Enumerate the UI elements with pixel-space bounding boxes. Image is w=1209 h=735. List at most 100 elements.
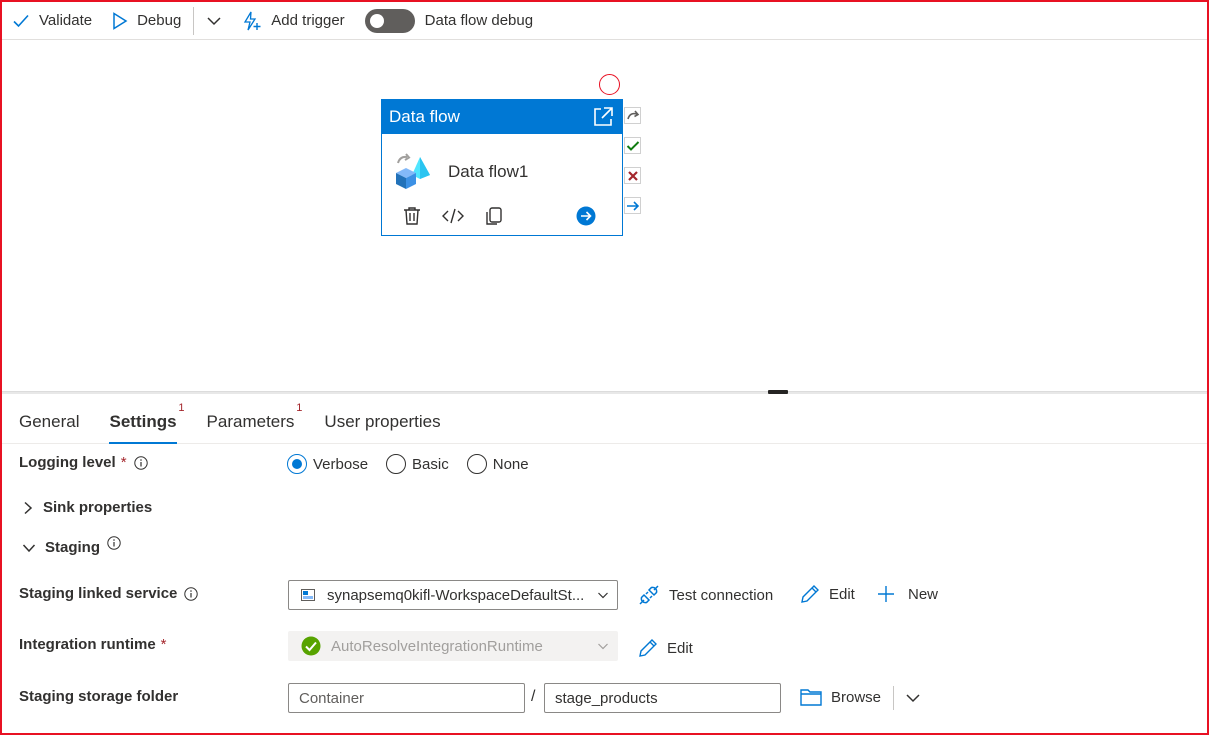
debug-options-dropdown[interactable]	[196, 2, 232, 39]
play-icon	[112, 11, 128, 30]
lightning-add-icon	[242, 11, 262, 31]
tab-settings[interactable]: Settings 1	[109, 402, 185, 444]
radio-label: Basic	[412, 455, 449, 473]
test-connection-button[interactable]: Test connection	[638, 584, 773, 606]
chevron-down-icon	[206, 13, 222, 29]
panel-splitter[interactable]	[2, 391, 1207, 394]
edit-integration-runtime-button[interactable]: Edit	[638, 638, 693, 658]
pencil-icon	[800, 584, 820, 604]
dataflow-debug-label: Data flow debug	[424, 12, 534, 29]
radio-circle	[466, 454, 487, 474]
new-label: New	[908, 585, 939, 603]
error-count-badge: 1	[178, 402, 185, 414]
validate-button[interactable]: Validate	[2, 2, 102, 39]
folder-input[interactable]: stage_products	[544, 683, 781, 713]
activity-type-title: Data flow	[389, 107, 460, 126]
info-icon[interactable]	[184, 586, 199, 601]
activity-body: Data flow1	[382, 134, 622, 198]
tab-parameters[interactable]: Parameters 1	[206, 402, 303, 444]
tab-label: Settings	[109, 412, 177, 431]
staging-expander[interactable]: Staging	[22, 535, 121, 556]
logging-level-row: Logging level *	[19, 454, 148, 471]
radio-circle	[386, 454, 407, 474]
required-marker: *	[120, 454, 127, 471]
container-placeholder: Container	[299, 689, 365, 707]
edit-label: Edit	[667, 639, 693, 657]
tab-label: Parameters	[206, 412, 295, 431]
toggle-knob	[369, 13, 384, 28]
highlight-circle	[599, 74, 620, 95]
integration-runtime-row: Integration runtime *	[19, 636, 167, 653]
radio-verbose[interactable]: Verbose	[287, 454, 368, 474]
browse-options-dropdown[interactable]	[905, 692, 921, 704]
staging-label: Staging	[45, 535, 121, 556]
folder-value: stage_products	[555, 689, 658, 707]
integration-runtime-select: AutoResolveIntegrationRuntime	[288, 631, 618, 661]
skip-handle[interactable]	[624, 107, 641, 124]
info-icon[interactable]	[133, 455, 148, 470]
add-trigger-label: Add trigger	[271, 12, 345, 29]
folder-icon	[800, 688, 822, 706]
edit-label: Edit	[829, 585, 855, 603]
integration-runtime-text: Integration runtime	[19, 636, 156, 653]
edit-linked-service-button[interactable]: Edit	[800, 584, 855, 604]
chevron-right-icon	[22, 501, 34, 515]
pipeline-toolbar: Validate Debug Add trigger Data flow deb…	[2, 2, 1207, 40]
activity-output-handles	[624, 107, 642, 227]
success-handle[interactable]	[624, 137, 641, 154]
browse-button[interactable]: Browse	[800, 688, 881, 706]
radio-circle	[287, 454, 307, 474]
staging-text: Staging	[45, 539, 100, 556]
dataflow-activity[interactable]: Data flow Data flow1	[381, 99, 623, 236]
completion-handle[interactable]	[624, 197, 641, 214]
properties-tabs: General Settings 1 Parameters 1 User pro…	[2, 402, 1207, 444]
radio-label: Verbose	[313, 455, 369, 473]
tab-general[interactable]: General	[19, 402, 79, 444]
browse-label: Browse	[831, 688, 882, 706]
sink-properties-expander[interactable]: Sink properties	[22, 499, 152, 516]
logging-level-radio-group: Verbose Basic None	[287, 452, 547, 476]
radio-label: None	[492, 455, 529, 473]
staging-linked-service-text: Staging linked service	[19, 585, 178, 602]
activity-header: Data flow	[382, 100, 622, 134]
staging-linked-service-value: synapsemq0kifl-WorkspaceDefaultSt...	[327, 586, 585, 604]
radio-none[interactable]: None	[466, 454, 529, 474]
chevron-down-icon	[22, 542, 36, 554]
staging-linked-service-select[interactable]: synapsemq0kifl-WorkspaceDefaultSt...	[288, 580, 618, 610]
activity-name: Data flow1	[448, 162, 529, 181]
failure-handle[interactable]	[624, 167, 641, 184]
tab-user-properties[interactable]: User properties	[324, 402, 440, 444]
toolbar-divider	[193, 6, 195, 35]
logging-level-text: Logging level	[19, 454, 116, 471]
info-icon[interactable]	[107, 535, 121, 550]
sink-properties-label: Sink properties	[43, 499, 153, 516]
debug-label: Debug	[137, 12, 182, 29]
tab-label: User properties	[324, 412, 441, 431]
container-input[interactable]: Container	[288, 683, 525, 713]
success-check-icon	[301, 636, 321, 656]
staging-linked-service-label: Staging linked service	[19, 585, 199, 602]
radio-basic[interactable]: Basic	[386, 454, 449, 474]
test-connection-label: Test connection	[669, 586, 774, 604]
dataflow-debug-toggle[interactable]: Data flow debug	[355, 2, 543, 39]
add-trigger-button[interactable]: Add trigger	[232, 2, 354, 39]
pencil-icon	[638, 638, 658, 658]
open-external-icon[interactable]	[592, 106, 614, 128]
toggle-switch[interactable]	[364, 8, 415, 33]
code-icon[interactable]	[442, 206, 464, 226]
copy-icon[interactable]	[484, 206, 504, 226]
integration-runtime-value: AutoResolveIntegrationRuntime	[331, 637, 543, 655]
staging-storage-folder-row: Staging storage folder	[19, 688, 178, 705]
arrow-right-circle-icon[interactable]	[576, 206, 596, 226]
new-linked-service-button[interactable]: New	[876, 584, 938, 604]
storage-icon	[301, 589, 315, 601]
splitter-grip[interactable]	[768, 390, 788, 394]
chevron-down-icon	[597, 641, 609, 651]
delete-icon[interactable]	[402, 206, 422, 226]
logging-level-label: Logging level *	[19, 454, 148, 471]
chevron-down-icon	[597, 590, 609, 600]
checkmark-icon	[12, 13, 30, 29]
staging-storage-folder-label: Staging storage folder	[19, 688, 179, 705]
validate-label: Validate	[39, 12, 93, 29]
debug-button[interactable]: Debug	[102, 2, 191, 39]
